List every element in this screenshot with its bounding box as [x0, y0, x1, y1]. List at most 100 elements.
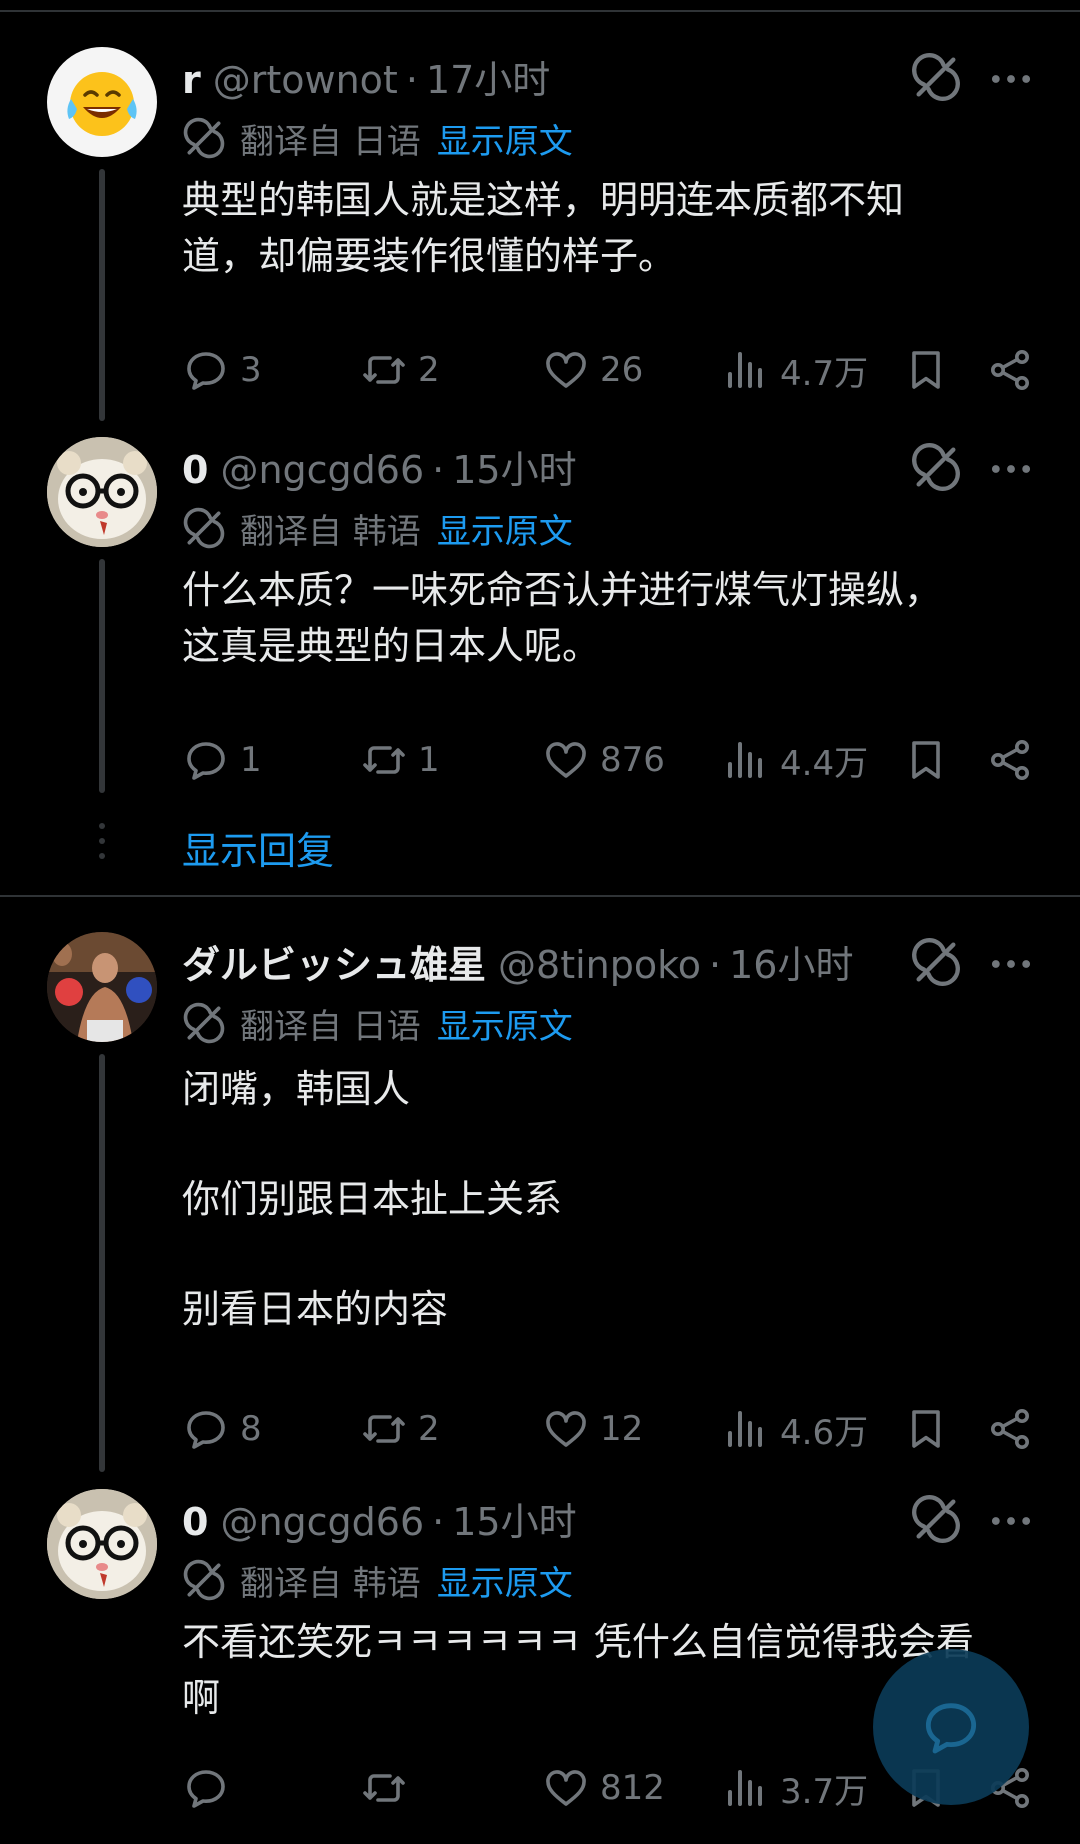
display-name[interactable]: r [182, 58, 201, 102]
grok-icon[interactable] [910, 1493, 962, 1545]
retweet-button[interactable]: 2 [360, 343, 440, 397]
tweet-text: 典型的韩国人就是这样，明明连本质都不知 道，却偏要装作很懂的样子。 [182, 178, 905, 278]
reply-icon [182, 736, 230, 784]
reply-button[interactable] [182, 1761, 240, 1815]
user-handle[interactable]: @8tinpoko [498, 943, 701, 987]
show-original-link[interactable]: 显示原文 [437, 999, 573, 1048]
translate-icon [182, 116, 226, 160]
reply-button[interactable]: 8 [182, 1402, 262, 1456]
like-button[interactable]: 812 [542, 1761, 665, 1815]
translation-bar: 翻译自 日语 显示原文 [182, 999, 573, 1048]
more-icon[interactable] [985, 938, 1037, 990]
share-button[interactable] [986, 733, 1034, 787]
view-count: 4.7万 [780, 353, 869, 394]
translated-from-label: 翻译自 日语 [240, 1006, 421, 1047]
thread-continuation-dots [99, 823, 105, 868]
separator-dot: · [709, 943, 722, 987]
grok-icon[interactable] [910, 441, 962, 493]
bookmark-button[interactable] [902, 1402, 950, 1456]
show-replies-link[interactable]: 显示回复 [182, 820, 334, 875]
hamster-glasses-avatar-icon [47, 1489, 157, 1599]
reply-count: 1 [240, 740, 262, 780]
user-handle[interactable]: @ngcgd66 [220, 1500, 424, 1544]
bookmark-icon [902, 736, 950, 784]
user-handle[interactable]: @ngcgd66 [220, 448, 424, 492]
timestamp[interactable]: 16小时 [729, 934, 853, 989]
separator-dot: · [432, 448, 445, 492]
display-name[interactable]: 0 [182, 448, 208, 492]
views-button[interactable]: 4.4万 [722, 733, 868, 787]
like-button[interactable]: 876 [542, 733, 665, 787]
reply-icon [182, 1405, 230, 1453]
compose-reply-button[interactable] [873, 1649, 1029, 1805]
laughing-emoji-avatar-icon [67, 72, 137, 136]
hamster-glasses-avatar-icon [47, 437, 157, 547]
timestamp[interactable]: 15小时 [452, 439, 576, 494]
views-button[interactable]: 4.7万 [722, 343, 868, 397]
bookmark-button[interactable] [902, 733, 950, 787]
like-count: 26 [600, 350, 644, 390]
tweet-header: 0 @ngcgd66 · 15小时 [182, 439, 577, 492]
timestamp[interactable]: 17小时 [426, 49, 550, 104]
retweet-count: 2 [418, 1409, 440, 1449]
views-button[interactable]: 3.7万 [722, 1761, 868, 1815]
retweet-button[interactable]: 2 [360, 1402, 440, 1456]
tweet-header: 0 @ngcgd66 · 15小时 [182, 1491, 577, 1544]
timestamp[interactable]: 15小时 [452, 1491, 576, 1546]
avatar[interactable] [47, 437, 157, 547]
reply-button[interactable]: 3 [182, 343, 262, 397]
tweet-text: 什么本质？一味死命否认并进行煤气灯操纵， 这真是典型的日本人呢。 [182, 568, 943, 668]
grok-icon[interactable] [910, 936, 962, 988]
retweet-icon [360, 1405, 408, 1453]
translated-from-label: 翻译自 韩语 [240, 511, 421, 552]
show-original-link[interactable]: 显示原文 [437, 1556, 573, 1605]
bookmark-icon [902, 346, 950, 394]
boxing-photo-avatar-icon [47, 932, 157, 1042]
tweet-header: r @rtownot · 17小时 [182, 49, 550, 102]
separator-dot: · [432, 1500, 445, 1544]
action-bar: 8 2 12 4.6万 [182, 1402, 1042, 1456]
compose-reply-icon [925, 1703, 977, 1754]
avatar[interactable] [47, 932, 157, 1042]
thread-divider [0, 895, 1080, 897]
views-button[interactable]: 4.6万 [722, 1402, 868, 1456]
retweet-button[interactable]: 1 [360, 733, 440, 787]
like-button[interactable]: 26 [542, 343, 643, 397]
retweet-count: 1 [418, 740, 440, 780]
like-count: 12 [600, 1409, 644, 1449]
share-button[interactable] [986, 343, 1034, 397]
like-button[interactable]: 12 [542, 1402, 643, 1456]
translate-icon [182, 506, 226, 550]
grok-icon[interactable] [910, 51, 962, 103]
user-handle[interactable]: @rtownot [213, 58, 398, 102]
translated-from-label: 翻译自 韩语 [240, 1563, 421, 1604]
reply-icon [182, 346, 230, 394]
views-icon [722, 1405, 770, 1453]
display-name[interactable]: 0 [182, 1500, 208, 1544]
retweet-button[interactable] [360, 1761, 418, 1815]
view-count: 3.7万 [780, 1771, 869, 1812]
bookmark-button[interactable] [902, 343, 950, 397]
show-original-link[interactable]: 显示原文 [437, 114, 573, 163]
reply-button[interactable]: 1 [182, 733, 262, 787]
views-icon [722, 1764, 770, 1812]
more-icon[interactable] [985, 1495, 1037, 1547]
reply-count: 3 [240, 350, 262, 390]
like-icon [542, 346, 590, 394]
view-count: 4.4万 [780, 743, 869, 784]
like-icon [542, 1764, 590, 1812]
translate-icon [182, 1558, 226, 1602]
more-icon[interactable] [985, 443, 1037, 495]
avatar[interactable] [47, 1489, 157, 1599]
more-icon[interactable] [985, 53, 1037, 105]
show-original-link[interactable]: 显示原文 [437, 504, 573, 553]
separator-dot: · [405, 58, 418, 102]
like-icon [542, 1405, 590, 1453]
translation-bar: 翻译自 韩语 显示原文 [182, 1556, 573, 1605]
retweet-icon [360, 736, 408, 784]
avatar[interactable] [47, 47, 157, 157]
thread-line [99, 169, 105, 421]
bookmark-icon [902, 1405, 950, 1453]
display-name[interactable]: ダルビッシュ雄星 [182, 934, 486, 989]
share-button[interactable] [986, 1402, 1034, 1456]
